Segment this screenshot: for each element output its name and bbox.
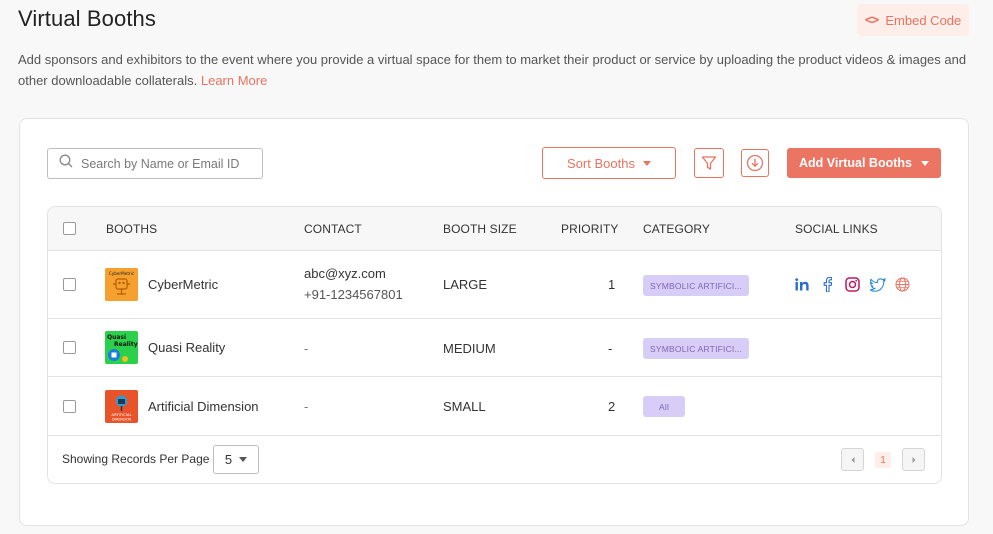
select-all-checkbox[interactable] bbox=[63, 222, 76, 235]
chevron-left-icon bbox=[851, 456, 854, 463]
logo-text: ARTIFICIAL bbox=[111, 412, 132, 417]
logo-text: CyberMetric bbox=[109, 271, 135, 276]
records-per-page-label: Showing Records Per Page bbox=[62, 452, 210, 466]
embed-code-label: Embed Code bbox=[885, 12, 962, 28]
download-button[interactable] bbox=[741, 149, 769, 177]
category-badge: SYMBOLIC ARTIFICI... bbox=[643, 338, 750, 359]
table-row[interactable]: CyberMetric CyberMetric abc@xyz.com +91-… bbox=[48, 251, 941, 319]
globe-icon[interactable] bbox=[894, 276, 911, 293]
row-checkbox[interactable] bbox=[63, 278, 76, 291]
instagram-icon[interactable] bbox=[844, 276, 861, 293]
booth-logo: CyberMetric bbox=[105, 268, 138, 301]
page-title: Virtual Booths bbox=[18, 6, 156, 31]
add-virtual-booths-label: Add Virtual Booths bbox=[799, 156, 912, 170]
description-text: Add sponsors and exhibitors to the event… bbox=[18, 52, 967, 88]
booth-name[interactable]: CyberMetric bbox=[148, 277, 218, 292]
search-input[interactable] bbox=[81, 156, 251, 171]
logo-text: DIMENSION bbox=[112, 418, 132, 422]
per-page-value: 5 bbox=[224, 452, 233, 467]
booths-card: Sort Booths Add Virtual Booths BOOTHS CO… bbox=[19, 118, 969, 526]
download-icon bbox=[746, 154, 764, 172]
sort-booths-label: Sort Booths bbox=[567, 155, 635, 171]
column-header-priority: PRIORITY bbox=[561, 222, 619, 236]
booth-logo: Quasi Reality bbox=[105, 331, 138, 364]
records-per-page-select[interactable]: 5 bbox=[213, 445, 259, 474]
linkedin-icon[interactable] bbox=[794, 276, 811, 293]
learn-more-link[interactable]: Learn More bbox=[201, 73, 267, 88]
column-header-contact: CONTACT bbox=[304, 222, 362, 236]
filter-icon bbox=[701, 156, 717, 170]
add-virtual-booths-button[interactable]: Add Virtual Booths bbox=[787, 148, 941, 178]
booth-name[interactable]: Artificial Dimension bbox=[148, 399, 259, 414]
logo-text: Quasi bbox=[107, 334, 126, 341]
prev-page-button[interactable] bbox=[841, 448, 864, 471]
chevron-right-icon bbox=[912, 456, 915, 463]
contact-phone: +91-1234567801 bbox=[304, 287, 403, 302]
column-header-booth-size: BOOTH SIZE bbox=[443, 222, 517, 236]
search-icon bbox=[59, 154, 73, 173]
contact-value: - bbox=[304, 341, 309, 356]
column-header-social-links: SOCIAL LINKS bbox=[795, 222, 878, 236]
contact-email: abc@xyz.com bbox=[304, 266, 386, 281]
search-box[interactable] bbox=[47, 148, 263, 179]
booth-logo: ARTIFICIAL DIMENSION bbox=[105, 390, 138, 423]
filter-button[interactable] bbox=[694, 148, 724, 178]
chevron-down-icon bbox=[920, 160, 929, 166]
embed-code-button[interactable]: <> Embed Code bbox=[857, 4, 969, 36]
category-badge: All bbox=[643, 396, 686, 417]
row-checkbox[interactable] bbox=[63, 400, 76, 413]
booth-size: MEDIUM bbox=[443, 341, 496, 356]
page-number-current[interactable]: 1 bbox=[875, 452, 891, 468]
column-header-category: CATEGORY bbox=[643, 222, 711, 236]
priority-value: 1 bbox=[608, 277, 616, 292]
facebook-icon[interactable] bbox=[819, 276, 836, 293]
booths-table: BOOTHS CONTACT BOOTH SIZE PRIORITY CATEG… bbox=[47, 206, 942, 484]
category-badge: SYMBOLIC ARTIFICI... bbox=[643, 275, 750, 296]
priority-value: - bbox=[608, 341, 613, 356]
contact-value: - bbox=[304, 399, 309, 414]
social-links bbox=[794, 276, 911, 293]
row-checkbox[interactable] bbox=[63, 341, 76, 354]
sort-booths-button[interactable]: Sort Booths bbox=[542, 147, 676, 179]
column-header-booths: BOOTHS bbox=[106, 222, 158, 236]
priority-value: 2 bbox=[608, 399, 616, 414]
booth-size: LARGE bbox=[443, 277, 488, 292]
table-row[interactable]: ARTIFICIAL DIMENSION Artificial Dimensio… bbox=[48, 377, 941, 436]
table-row[interactable]: Quasi Reality Quasi Reality - MEDIUM - S… bbox=[48, 319, 941, 377]
chevron-down-icon bbox=[642, 160, 651, 166]
table-header: BOOTHS CONTACT BOOTH SIZE PRIORITY CATEG… bbox=[48, 207, 941, 251]
page-description: Add sponsors and exhibitors to the event… bbox=[18, 49, 968, 91]
next-page-button[interactable] bbox=[902, 448, 925, 471]
twitter-icon[interactable] bbox=[869, 276, 886, 293]
booth-size: SMALL bbox=[443, 399, 486, 414]
logo-text: Reality bbox=[114, 341, 138, 348]
chevron-down-icon bbox=[239, 457, 248, 462]
booth-name[interactable]: Quasi Reality bbox=[148, 340, 225, 355]
code-icon: <> bbox=[864, 12, 880, 28]
